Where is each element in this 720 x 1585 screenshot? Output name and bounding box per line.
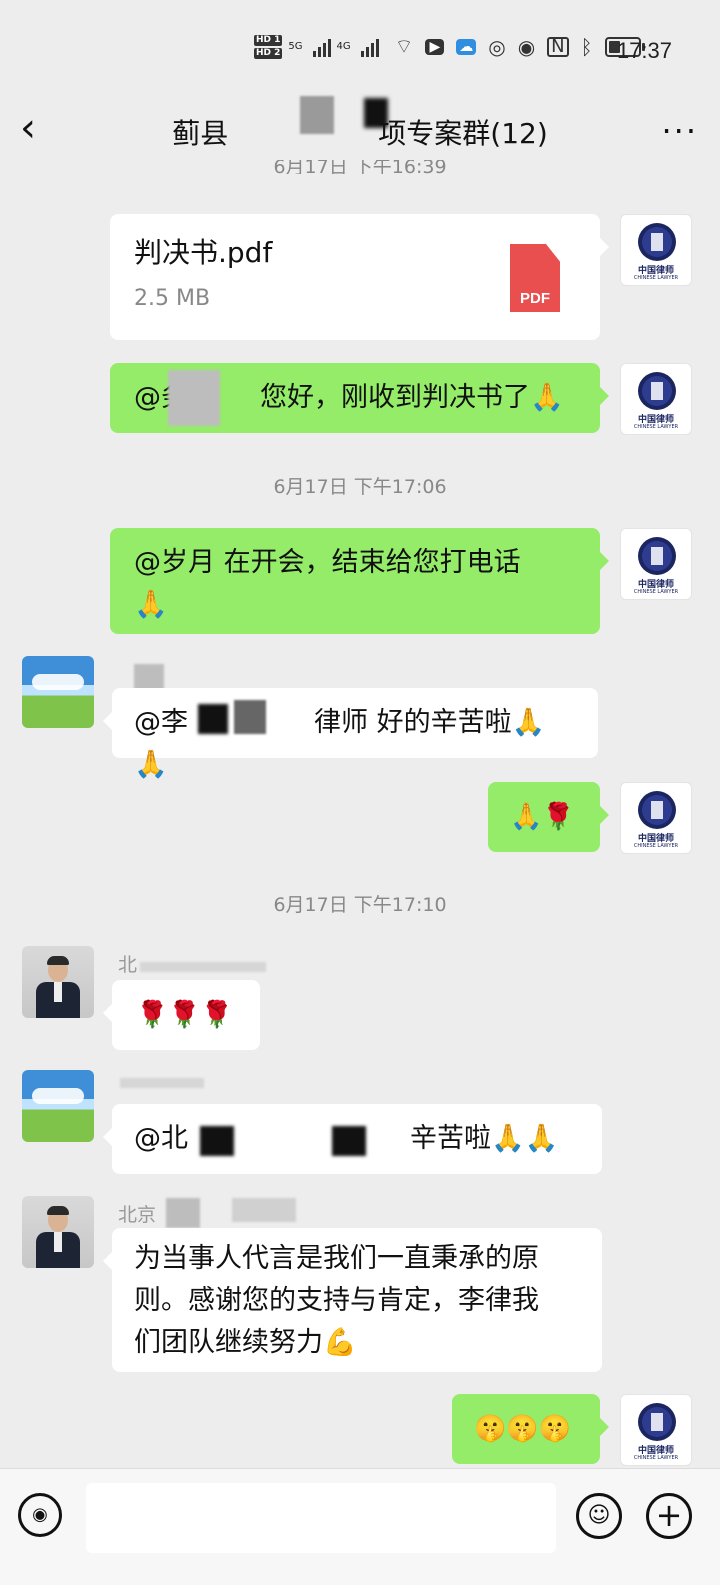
- cloud-app-icon: ☁: [456, 38, 477, 55]
- message-text: @岁月 在开会，结束给您打电话: [134, 547, 521, 578]
- message-text: 🤫🤫🤫: [474, 1414, 572, 1444]
- message-text: 为当事人代言是我们一直秉承的原: [134, 1243, 539, 1274]
- redaction-mark: [232, 1198, 296, 1222]
- avatar[interactable]: [22, 1070, 94, 1142]
- sender-name: 北京: [118, 1204, 157, 1226]
- nfc-icon: N: [547, 36, 569, 57]
- file-size: 2.5 MB: [134, 286, 211, 311]
- lawyer-emblem-icon: [638, 537, 676, 575]
- signal-icon: [312, 37, 331, 57]
- hd1-badge: HD 1: [254, 34, 283, 46]
- redaction-mark: [332, 1126, 366, 1156]
- message-bubble[interactable]: @岁月 在开会，结束给您打电话 🙏: [110, 528, 609, 634]
- cloud-shape: [32, 1088, 84, 1104]
- message-input[interactable]: [86, 1483, 556, 1553]
- message-text: 律师 好的辛苦啦🙏🙏: [134, 707, 546, 780]
- avatar[interactable]: 中国律师 CHINESE LAWYER: [620, 1394, 692, 1466]
- title-right: 项专案群(12): [378, 117, 548, 150]
- redaction-mark: [120, 1078, 204, 1088]
- mention: @北: [134, 1123, 188, 1154]
- file-message[interactable]: 判决书.pdf 2.5 MB PDF: [110, 214, 609, 340]
- lawyer-emblem-icon: [638, 791, 676, 829]
- person-hair: [47, 956, 69, 965]
- lawyer-emblem-icon: [638, 1403, 676, 1441]
- message-bubble[interactable]: 🌹🌹🌹: [103, 980, 260, 1050]
- message-text: 们团队继续努力💪: [134, 1327, 357, 1358]
- avatar[interactable]: 中国律师 CHINESE LAWYER: [620, 528, 692, 600]
- redaction-mark: [300, 96, 334, 134]
- input-bar: ◉ ☺ +: [0, 1468, 720, 1585]
- redaction-mark: [200, 1126, 234, 1156]
- audio-icon: ◎: [488, 34, 506, 59]
- file-name: 判决书.pdf: [134, 236, 273, 269]
- chat-header: ‹ 蓟县 项专案群(12) ···: [0, 100, 720, 166]
- pdf-icon: PDF: [510, 244, 560, 312]
- timestamp: 6月17日 下午17:10: [273, 894, 447, 916]
- hd-badges: HD 1 HD 2: [254, 34, 283, 59]
- hd2-badge: HD 2: [254, 47, 283, 59]
- sender-name: 北: [118, 954, 138, 976]
- message-bubble[interactable]: 为当事人代言是我们一直秉承的原 则。感谢您的支持与肯定，李律我 们团队继续努力💪: [103, 1228, 602, 1372]
- avatar[interactable]: 中国律师 CHINESE LAWYER: [620, 782, 692, 854]
- message-text: 🙏: [134, 589, 168, 620]
- timestamp: 6月17日 下午17:06: [273, 476, 447, 498]
- message-text: 您好，刚收到判决书了🙏: [260, 382, 564, 413]
- message-text: 辛苦啦🙏🙏: [410, 1123, 559, 1154]
- eye-icon: ◉: [517, 34, 536, 59]
- signal2-icon: [360, 37, 379, 57]
- avatar[interactable]: 中国律师 CHINESE LAWYER: [620, 363, 692, 435]
- lawyer-emblem-icon: [638, 372, 676, 410]
- avatar[interactable]: [22, 1196, 94, 1268]
- emoji-icon[interactable]: ☺: [576, 1493, 622, 1539]
- play-icon: ▶: [425, 38, 445, 55]
- message-text: 则。感谢您的支持与肯定，李律我: [134, 1285, 539, 1316]
- message-bubble[interactable]: @李 律师 好的辛苦啦🙏🙏: [103, 688, 598, 780]
- person-hair: [47, 1206, 69, 1215]
- message-bubble[interactable]: 🤫🤫🤫: [452, 1394, 609, 1464]
- message-text: 🌹🌹🌹: [136, 1000, 234, 1030]
- person-shirt: [54, 1232, 62, 1252]
- title-left: 蓟县: [172, 117, 229, 150]
- avatar[interactable]: 中国律师 CHINESE LAWYER: [620, 214, 692, 286]
- redaction-mark: [198, 704, 228, 734]
- cloud-shape: [32, 674, 84, 690]
- timestamp: 6月17日 下午16:39: [273, 160, 447, 174]
- lawyer-emblem-icon: [638, 223, 676, 261]
- clock: 17:37: [616, 38, 672, 63]
- wifi-icon: ⌔: [394, 34, 414, 58]
- net1-label: 5G: [288, 41, 303, 52]
- redaction-mark: [168, 370, 220, 426]
- redaction-mark: [140, 962, 266, 972]
- plus-icon[interactable]: +: [646, 1493, 692, 1539]
- voice-icon[interactable]: ◉: [18, 1493, 62, 1537]
- redaction-mark: [234, 700, 266, 734]
- person-shirt: [54, 982, 62, 1002]
- bluetooth-icon: ᛒ: [580, 34, 593, 59]
- redaction-mark: [364, 98, 388, 128]
- message-bubble[interactable]: 🙏🌹: [488, 782, 609, 852]
- avatar[interactable]: [22, 946, 94, 1018]
- status-bar: HD 1 HD 2 5G 4G ⌔ ▶ ☁ ◎ ◉ N ᛒ 17:37: [0, 0, 720, 100]
- mention: @李: [134, 707, 188, 738]
- avatar[interactable]: [22, 656, 94, 728]
- message-text: 🙏🌹: [510, 802, 575, 832]
- chat-title: 蓟县 项专案群(12): [0, 112, 720, 152]
- redaction-mark: [166, 1198, 200, 1228]
- status-icons: HD 1 HD 2 5G 4G ⌔ ▶ ☁ ◎ ◉ N ᛒ: [254, 34, 645, 59]
- more-button[interactable]: ···: [661, 112, 698, 150]
- net2-label: 4G: [336, 41, 351, 52]
